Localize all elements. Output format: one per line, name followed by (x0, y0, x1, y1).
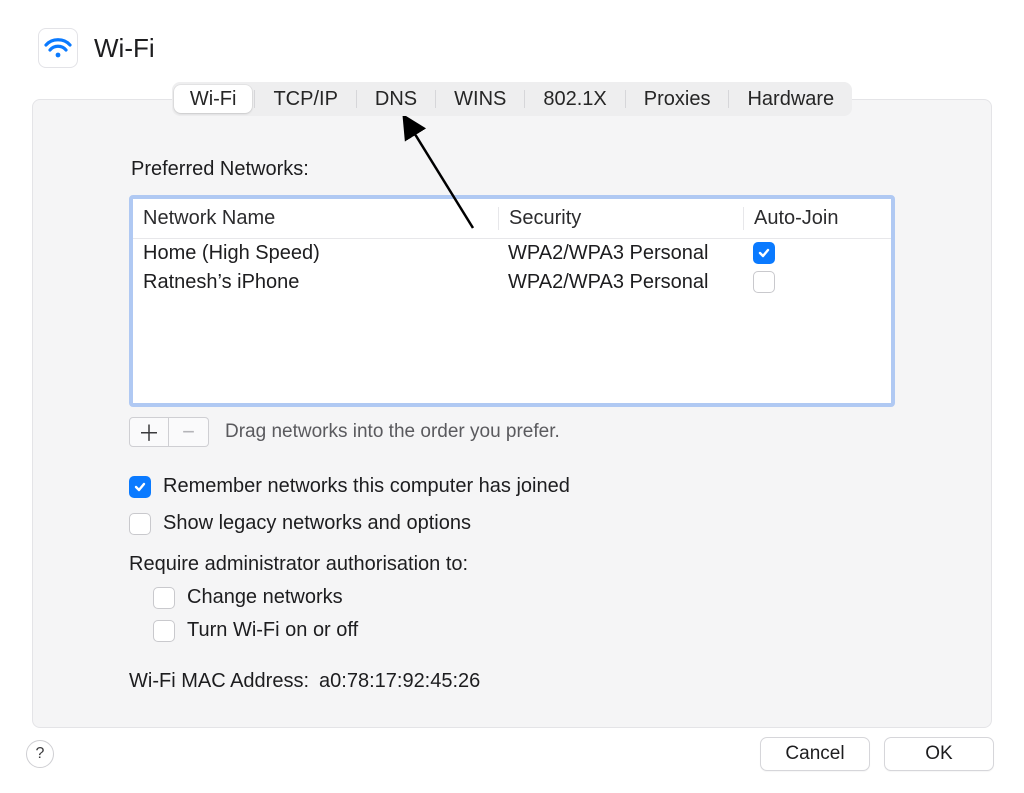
mac-address-label: Wi-Fi MAC Address: (129, 670, 309, 693)
auth-change-networks-label: Change networks (187, 586, 343, 609)
footer: ? Cancel OK (0, 737, 1024, 771)
minus-icon: − (182, 419, 195, 445)
admin-auth-label: Require administrator authorisation to: (129, 553, 895, 576)
tab-wifi[interactable]: Wi-Fi (174, 85, 253, 113)
table-header: Network Name Security Auto-Join (133, 199, 891, 239)
table-row[interactable]: Ratnesh’s iPhone WPA2/WPA3 Personal (133, 268, 891, 297)
preferred-networks-table[interactable]: Network Name Security Auto-Join Home (Hi… (129, 195, 895, 407)
main-panel: Preferred Networks: Network Name Securit… (32, 99, 992, 728)
network-name: Ratnesh’s iPhone (143, 271, 498, 294)
mac-address-value: a0:78:17:92:45:26 (319, 670, 480, 693)
tab-wins[interactable]: WINS (438, 85, 522, 113)
col-network-name[interactable]: Network Name (143, 207, 498, 230)
tab-dns[interactable]: DNS (359, 85, 433, 113)
header: Wi-Fi (0, 0, 1024, 72)
show-legacy-label: Show legacy networks and options (163, 512, 471, 535)
remember-networks-checkbox[interactable] (129, 476, 151, 498)
ok-button[interactable]: OK (884, 737, 994, 771)
auth-toggle-wifi-checkbox[interactable] (153, 620, 175, 642)
show-legacy-checkbox[interactable] (129, 513, 151, 535)
tab-tcpip[interactable]: TCP/IP (257, 85, 353, 113)
wifi-settings-window: Wi-Fi Wi-Fi TCP/IP DNS WINS 802.1X Proxi… (0, 0, 1024, 793)
tab-bar: Wi-Fi TCP/IP DNS WINS 802.1X Proxies Har… (0, 82, 1024, 116)
page-title: Wi-Fi (94, 33, 155, 64)
table-row[interactable]: Home (High Speed) WPA2/WPA3 Personal (133, 239, 891, 268)
preferred-networks-label: Preferred Networks: (131, 158, 895, 181)
network-name: Home (High Speed) (143, 242, 498, 265)
network-security: WPA2/WPA3 Personal (498, 271, 743, 294)
mac-address-row: Wi-Fi MAC Address: a0:78:17:92:45:26 (129, 670, 895, 693)
wifi-icon (38, 28, 78, 68)
plus-icon: ＋ (138, 416, 160, 448)
tab-hardware[interactable]: Hardware (731, 85, 850, 113)
network-security: WPA2/WPA3 Personal (498, 242, 743, 265)
add-network-button[interactable]: ＋ (129, 417, 169, 447)
col-security[interactable]: Security (498, 207, 743, 230)
autojoin-checkbox[interactable] (753, 271, 775, 293)
help-icon: ? (36, 745, 45, 763)
remove-network-button[interactable]: − (169, 417, 209, 447)
tab-8021x[interactable]: 802.1X (527, 85, 622, 113)
auth-change-networks-checkbox[interactable] (153, 587, 175, 609)
autojoin-checkbox[interactable] (753, 242, 775, 264)
col-auto-join[interactable]: Auto-Join (743, 207, 881, 230)
cancel-button[interactable]: Cancel (760, 737, 870, 771)
auth-toggle-wifi-label: Turn Wi-Fi on or off (187, 619, 358, 642)
tab-proxies[interactable]: Proxies (628, 85, 727, 113)
reorder-hint: Drag networks into the order you prefer. (225, 421, 560, 443)
remember-networks-label: Remember networks this computer has join… (163, 475, 570, 498)
help-button[interactable]: ? (26, 740, 54, 768)
